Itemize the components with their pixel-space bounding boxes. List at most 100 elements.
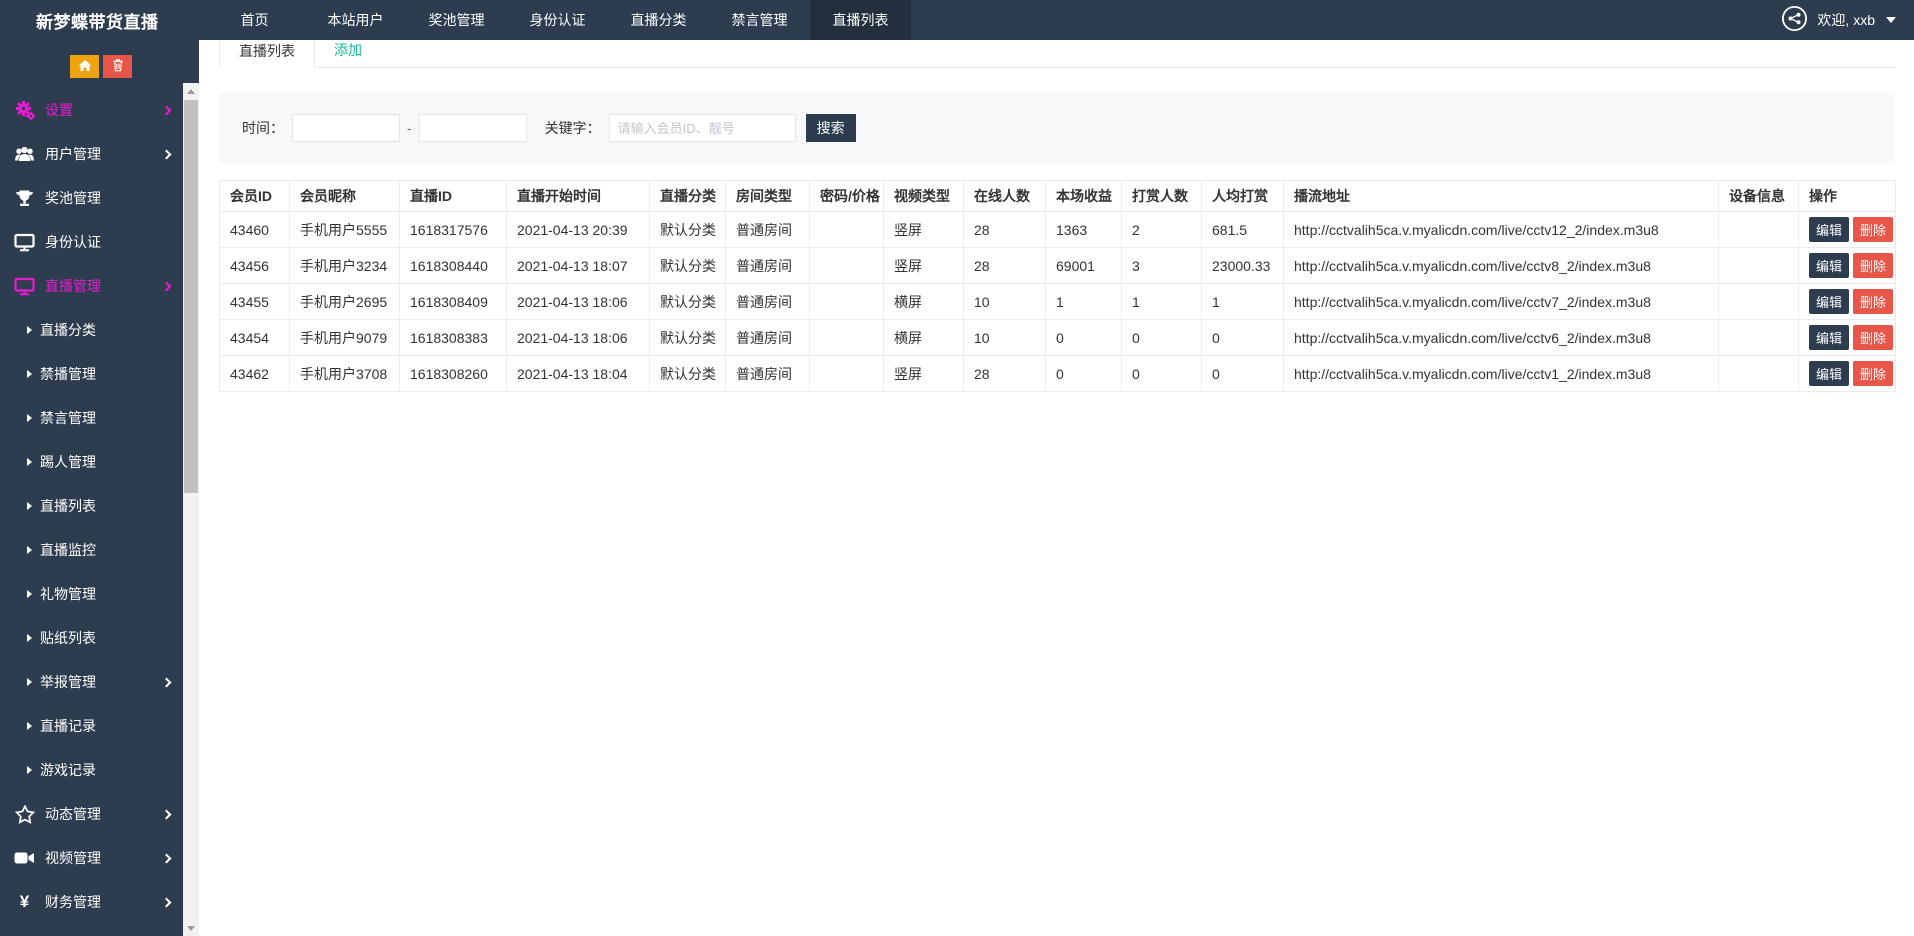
delete-button[interactable]: 删除 [1853, 217, 1893, 242]
cell-income: 1 [1046, 284, 1122, 320]
cell-room_type: 普通房间 [726, 356, 810, 392]
cell-actions: 编辑删除 [1799, 248, 1896, 284]
sidebar-scrollbar[interactable] [183, 83, 199, 936]
yen-icon: ¥ [13, 892, 36, 912]
sidebar-item-3[interactable]: 身份认证 [0, 220, 199, 264]
nav-item-2[interactable]: 本站用户 [305, 0, 406, 40]
nav-item-1[interactable]: 首页 [204, 0, 305, 40]
monitor-icon [13, 276, 36, 296]
sidebar-item-18[interactable]: ¥ 财务管理 [0, 880, 199, 924]
cell-video_type: 横屏 [884, 320, 964, 356]
cell-room_type: 普通房间 [726, 248, 810, 284]
edit-button[interactable]: 编辑 [1809, 361, 1849, 386]
cell-video_type: 竖屏 [884, 248, 964, 284]
cell-nickname: 手机用户3234 [290, 248, 400, 284]
cell-online: 28 [964, 356, 1046, 392]
sidebar-item-label: 直播分类 [40, 320, 96, 340]
sidebar-item-13[interactable]: 举报管理 [0, 660, 199, 704]
sidebar-item-8[interactable]: 踢人管理 [0, 440, 199, 484]
sidebar-item-5[interactable]: 直播分类 [0, 308, 199, 352]
trash-button[interactable] [103, 55, 132, 78]
network-circle-icon [1781, 5, 1808, 35]
cell-income: 0 [1046, 356, 1122, 392]
sidebar-item-2[interactable]: 奖池管理 [0, 176, 199, 220]
user-menu[interactable]: 欢迎, xxb [1781, 5, 1914, 35]
column-header: 操作 [1799, 181, 1896, 212]
sidebar-item-1[interactable]: 用户管理 [0, 132, 199, 176]
sidebar: 设置用户管理奖池管理身份认证直播管理直播分类禁播管理禁言管理踢人管理直播列表直播… [0, 40, 199, 936]
cell-category: 默认分类 [650, 284, 726, 320]
search-button[interactable]: 搜索 [806, 114, 856, 142]
triangle-right-icon [27, 458, 32, 466]
cell-start_time: 2021-04-13 20:39 [507, 212, 650, 248]
sidebar-item-10[interactable]: 直播监控 [0, 528, 199, 572]
nav-item-5[interactable]: 直播分类 [608, 0, 709, 40]
sidebar-item-4[interactable]: 直播管理 [0, 264, 199, 308]
sidebar-item-14[interactable]: 直播记录 [0, 704, 199, 748]
triangle-right-icon [27, 634, 32, 642]
delete-button[interactable]: 删除 [1853, 289, 1893, 314]
cell-password_price [810, 320, 884, 356]
edit-button[interactable]: 编辑 [1809, 289, 1849, 314]
time-to-input[interactable] [419, 114, 527, 142]
cell-avg_reward: 681.5 [1202, 212, 1284, 248]
cell-password_price [810, 248, 884, 284]
delete-button[interactable]: 删除 [1853, 325, 1893, 350]
scroll-down-icon[interactable] [183, 920, 199, 936]
sidebar-item-label: 直播管理 [45, 276, 101, 296]
edit-button[interactable]: 编辑 [1809, 217, 1849, 242]
sidebar-item-9[interactable]: 直播列表 [0, 484, 199, 528]
time-label: 时间： [242, 118, 284, 138]
nav-item-7[interactable]: 直播列表 [810, 0, 911, 40]
cell-password_price [810, 212, 884, 248]
sidebar-item-6[interactable]: 禁播管理 [0, 352, 199, 396]
cell-actions: 编辑删除 [1799, 320, 1896, 356]
home-button[interactable] [70, 55, 99, 78]
sidebar-item-7[interactable]: 禁言管理 [0, 396, 199, 440]
cell-live_id: 1618308409 [400, 284, 507, 320]
caret-down-icon [1886, 17, 1896, 23]
column-header: 会员昵称 [290, 181, 400, 212]
sidebar-item-16[interactable]: 动态管理 [0, 792, 199, 836]
cell-reward_users: 0 [1122, 356, 1202, 392]
column-header: 密码/价格 [810, 181, 884, 212]
cell-reward_users: 0 [1122, 320, 1202, 356]
sidebar-item-label: 用户管理 [45, 144, 101, 164]
sidebar-item-label: 禁言管理 [40, 408, 96, 428]
cell-start_time: 2021-04-13 18:07 [507, 248, 650, 284]
delete-button[interactable]: 删除 [1853, 253, 1893, 278]
cell-category: 默认分类 [650, 356, 726, 392]
column-header: 人均打赏 [1202, 181, 1284, 212]
cell-category: 默认分类 [650, 248, 726, 284]
cell-device [1719, 356, 1799, 392]
edit-button[interactable]: 编辑 [1809, 325, 1849, 350]
cell-video_type: 竖屏 [884, 356, 964, 392]
column-header: 直播分类 [650, 181, 726, 212]
sidebar-item-15[interactable]: 游戏记录 [0, 748, 199, 792]
scrollbar-thumb[interactable] [184, 100, 198, 493]
chevron-right-icon [162, 853, 172, 863]
sidebar-item-17[interactable]: 视频管理 [0, 836, 199, 880]
cell-nickname: 手机用户9079 [290, 320, 400, 356]
star-icon [13, 804, 36, 824]
table-row: 43456手机用户323416183084402021-04-13 18:07默… [220, 248, 1896, 284]
edit-button[interactable]: 编辑 [1809, 253, 1849, 278]
keyword-input[interactable] [609, 114, 796, 142]
sidebar-item-11[interactable]: 礼物管理 [0, 572, 199, 616]
trophy-icon [13, 188, 36, 208]
nav-item-6[interactable]: 禁言管理 [709, 0, 810, 40]
time-from-input[interactable] [292, 114, 400, 142]
sidebar-item-label: 身份认证 [45, 232, 101, 252]
table-row: 43462手机用户370816183082602021-04-13 18:04默… [220, 356, 1896, 392]
nav-item-4[interactable]: 身份认证 [507, 0, 608, 40]
sidebar-item-label: 视频管理 [45, 848, 101, 868]
sidebar-item-0[interactable]: 设置 [0, 88, 199, 132]
delete-button[interactable]: 删除 [1853, 361, 1893, 386]
nav-item-3[interactable]: 奖池管理 [406, 0, 507, 40]
scroll-up-icon[interactable] [183, 83, 199, 99]
sidebar-item-12[interactable]: 贴纸列表 [0, 616, 199, 660]
sidebar-item-label: 直播列表 [40, 496, 96, 516]
triangle-right-icon [27, 326, 32, 334]
sidebar-item-label: 财务管理 [45, 892, 101, 912]
app-logo: 新梦蝶带货直播 [0, 8, 204, 33]
